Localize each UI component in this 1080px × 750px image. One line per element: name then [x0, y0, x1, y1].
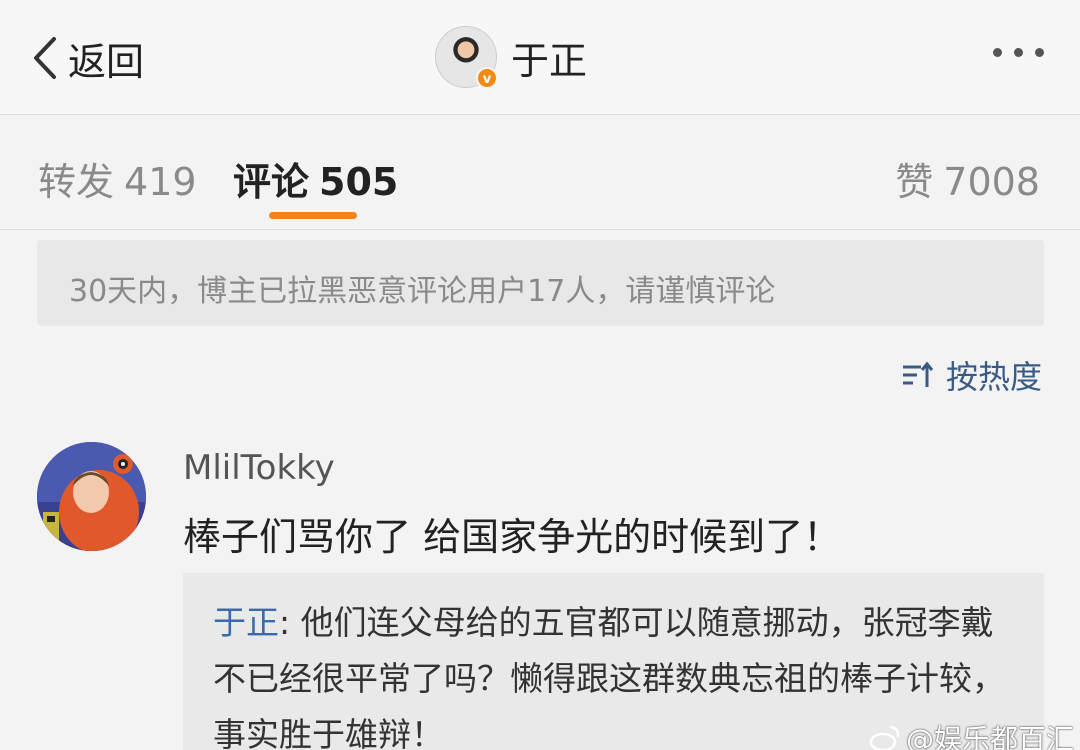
comment-item: MlilTokky 棒子们骂你了 给国家争光的时候到了！ 于正: 他们连父母给的… [0, 430, 1080, 750]
tab-bar: 转发 419 评论 505 赞 7008 [0, 116, 1080, 230]
comment-text: 棒子们骂你了 给国家争光的时候到了！ [183, 515, 842, 559]
reply-separator: : [279, 603, 301, 642]
tab-comment-label: 评论 [233, 160, 310, 204]
back-label: 返回 [68, 39, 145, 84]
tab-repost-count: 419 [124, 160, 197, 204]
avatar-image [37, 442, 146, 551]
chevron-left-icon [34, 37, 56, 79]
more-options-icon[interactable] [993, 48, 1044, 57]
tab-repost[interactable]: 转发 419 [38, 151, 197, 206]
tab-comment[interactable]: 评论 505 [233, 151, 398, 206]
tab-like-label: 赞 [895, 160, 934, 204]
active-tab-indicator [269, 212, 357, 219]
notice-text: 30天内，博主已拉黑恶意评论用户17人，请谨慎评论 [69, 274, 776, 309]
sort-icon [902, 361, 934, 387]
weibo-logo-icon [869, 725, 900, 750]
tab-comment-count: 505 [319, 160, 399, 204]
top-navigation-bar: 返回 v 于正 [0, 0, 1080, 115]
profile-header[interactable]: v 于正 [435, 26, 588, 89]
profile-name: 于正 [511, 38, 588, 83]
tab-like[interactable]: 赞 7008 [895, 151, 1040, 206]
sort-label: 按热度 [945, 358, 1042, 396]
verified-badge: v [476, 67, 498, 89]
tab-repost-label: 转发 [38, 160, 115, 204]
notice-banner: 30天内，博主已拉黑恶意评论用户17人，请谨慎评论 [37, 240, 1044, 326]
watermark-text: @娱乐都百汇 [905, 723, 1074, 750]
watermark: @娱乐都百汇 [868, 718, 1074, 750]
commenter-username[interactable]: MlilTokky [183, 448, 335, 488]
back-button[interactable]: 返回 [30, 30, 144, 86]
reply-author[interactable]: 于正 [213, 603, 279, 642]
sort-button[interactable]: 按热度 [900, 352, 1042, 398]
commenter-avatar[interactable] [37, 442, 146, 551]
tab-like-count: 7008 [943, 160, 1040, 204]
avatar[interactable]: v [435, 26, 498, 89]
